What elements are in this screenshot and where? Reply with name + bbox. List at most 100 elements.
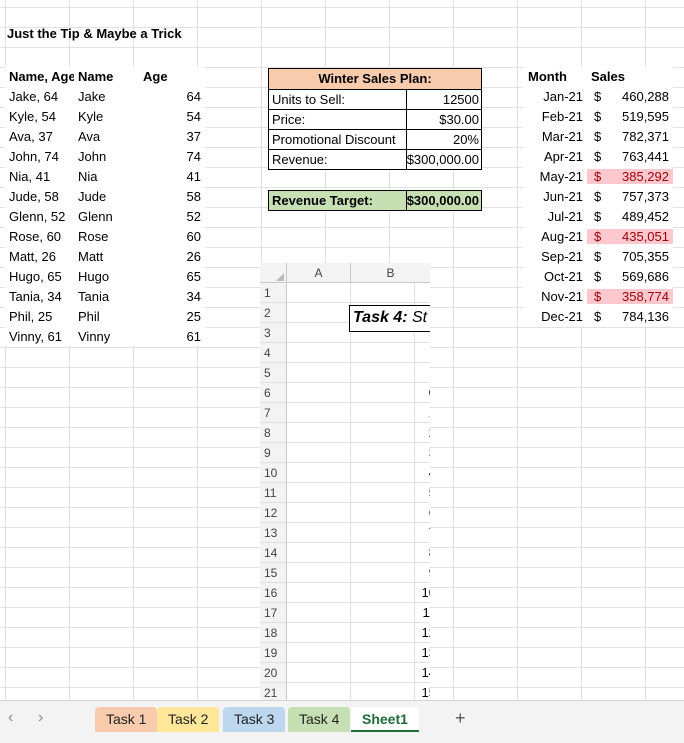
table-cell[interactable]: Jake, 64 [5, 89, 74, 104]
month-cell[interactable]: Jun-21 [523, 189, 587, 204]
sales-cell[interactable]: 705,355 [605, 249, 673, 264]
plan-label[interactable]: Price: [269, 110, 407, 129]
table-cell[interactable]: 41 [138, 169, 205, 184]
names-header-cell[interactable]: Name, Age [5, 69, 74, 84]
table-cell[interactable]: John, 74 [5, 149, 74, 164]
row-number[interactable]: 2 [260, 303, 286, 323]
month-cell[interactable]: Jan-21 [523, 89, 587, 104]
table-cell[interactable]: Phil, 25 [5, 309, 74, 324]
month-cell[interactable]: Aug-21 [523, 229, 587, 244]
table-cell[interactable]: Jude, 58 [5, 189, 74, 204]
table-cell[interactable]: Rose [74, 229, 138, 244]
row-number[interactable]: 19 [260, 643, 286, 663]
tab-sheet1[interactable]: Sheet1 [351, 707, 419, 732]
embedded-sheet-picture[interactable]: A B 1 2 3 4 5 6 7 8 9 10 11 12 13 14 15 16 17 18 19 20 21 Ta… [260, 263, 430, 703]
table-cell[interactable]: 64 [138, 89, 205, 104]
month-cell[interactable]: Oct-21 [523, 269, 587, 284]
row-number[interactable]: 7 [260, 403, 286, 423]
plan-value[interactable]: 12500 [407, 90, 481, 109]
month-header[interactable]: Month [523, 69, 587, 84]
table-cell[interactable]: 25 [138, 309, 205, 324]
table-cell[interactable]: Matt [74, 249, 138, 264]
table-cell[interactable]: Ava [74, 129, 138, 144]
table-cell[interactable]: Nia, 41 [5, 169, 74, 184]
table-cell[interactable]: Glenn [74, 209, 138, 224]
table-cell[interactable]: Phil [74, 309, 138, 324]
names-header-cell[interactable]: Age [138, 69, 205, 84]
tab-task4[interactable]: Task 4 [288, 707, 351, 732]
row-number[interactable]: 10 [260, 463, 286, 483]
table-cell[interactable]: Rose, 60 [5, 229, 74, 244]
plan-value[interactable]: $30.00 [407, 110, 481, 129]
sales-cell[interactable]: 569,686 [605, 269, 673, 284]
table-cell[interactable]: Vinny, 61 [5, 329, 74, 344]
row-number[interactable]: 1 [260, 283, 286, 303]
row-number[interactable]: 9 [260, 443, 286, 463]
table-cell[interactable]: 74 [138, 149, 205, 164]
month-cell[interactable]: Dec-21 [523, 309, 587, 324]
table-cell[interactable]: Kyle [74, 109, 138, 124]
month-cell[interactable]: Apr-21 [523, 149, 587, 164]
row-number[interactable]: 20 [260, 663, 286, 683]
chevron-right-icon[interactable]: › [38, 709, 43, 727]
plan-label[interactable]: Promotional Discount [269, 130, 407, 149]
table-cell[interactable]: 34 [138, 289, 205, 304]
tab-task2[interactable]: Task 2 [157, 707, 220, 732]
sales-cell[interactable]: 757,373 [605, 189, 673, 204]
row-number[interactable]: 11 [260, 483, 286, 503]
table-cell[interactable]: 37 [138, 129, 205, 144]
table-cell[interactable]: Nia [74, 169, 138, 184]
table-cell[interactable]: Jake [74, 89, 138, 104]
table-cell[interactable]: Tania [74, 289, 138, 304]
table-cell[interactable]: 26 [138, 249, 205, 264]
month-cell[interactable]: Feb-21 [523, 109, 587, 124]
sales-cell[interactable]: 519,595 [605, 109, 673, 124]
table-cell[interactable]: Glenn, 52 [5, 209, 74, 224]
table-cell[interactable]: Matt, 26 [5, 249, 74, 264]
table-cell[interactable]: 54 [138, 109, 205, 124]
row-number[interactable]: 15 [260, 563, 286, 583]
table-cell[interactable]: 52 [138, 209, 205, 224]
sales-cell[interactable]: 358,774 [605, 288, 673, 304]
table-cell[interactable]: Ava, 37 [5, 129, 74, 144]
row-number[interactable]: 14 [260, 543, 286, 563]
sales-header[interactable]: Sales [587, 69, 673, 84]
table-cell[interactable]: Vinny [74, 329, 138, 344]
sales-cell[interactable]: 489,452 [605, 209, 673, 224]
table-cell[interactable]: John [74, 149, 138, 164]
tab-task1[interactable]: Task 1 [95, 707, 158, 732]
table-cell[interactable]: 61 [138, 329, 205, 344]
row-number[interactable]: 16 [260, 583, 286, 603]
month-cell[interactable]: Sep-21 [523, 249, 587, 264]
table-cell[interactable]: Jude [74, 189, 138, 204]
plus-icon[interactable]: + [455, 708, 466, 729]
tab-task3[interactable]: Task 3 [223, 707, 286, 732]
table-cell[interactable]: Hugo, 65 [5, 269, 74, 284]
row-number[interactable]: 17 [260, 603, 286, 623]
row-number[interactable]: 8 [260, 423, 286, 443]
table-cell[interactable]: 65 [138, 269, 205, 284]
plan-label[interactable]: Units to Sell: [269, 90, 407, 109]
sales-cell[interactable]: 435,051 [605, 228, 673, 244]
month-cell[interactable]: May-21 [523, 169, 587, 184]
row-number[interactable]: 4 [260, 343, 286, 363]
row-number[interactable]: 5 [260, 363, 286, 383]
row-number[interactable]: 6 [260, 383, 286, 403]
plan-value[interactable]: $300,000.00 [407, 150, 481, 169]
month-cell[interactable]: Mar-21 [523, 129, 587, 144]
table-cell[interactable]: Hugo [74, 269, 138, 284]
row-number[interactable]: 13 [260, 523, 286, 543]
sales-cell[interactable]: 763,441 [605, 149, 673, 164]
sales-cell[interactable]: 385,292 [605, 168, 673, 184]
row-number[interactable]: 18 [260, 623, 286, 643]
sales-cell[interactable]: 782,371 [605, 129, 673, 144]
names-header-cell[interactable]: Name [74, 69, 138, 84]
plan-value[interactable]: 20% [407, 130, 481, 149]
row-number[interactable]: 3 [260, 323, 286, 343]
table-cell[interactable]: Kyle, 54 [5, 109, 74, 124]
table-cell[interactable]: 60 [138, 229, 205, 244]
plan-label[interactable]: Revenue: [269, 150, 407, 169]
sales-cell[interactable]: 460,288 [605, 89, 673, 104]
table-cell[interactable]: 58 [138, 189, 205, 204]
month-cell[interactable]: Jul-21 [523, 209, 587, 224]
